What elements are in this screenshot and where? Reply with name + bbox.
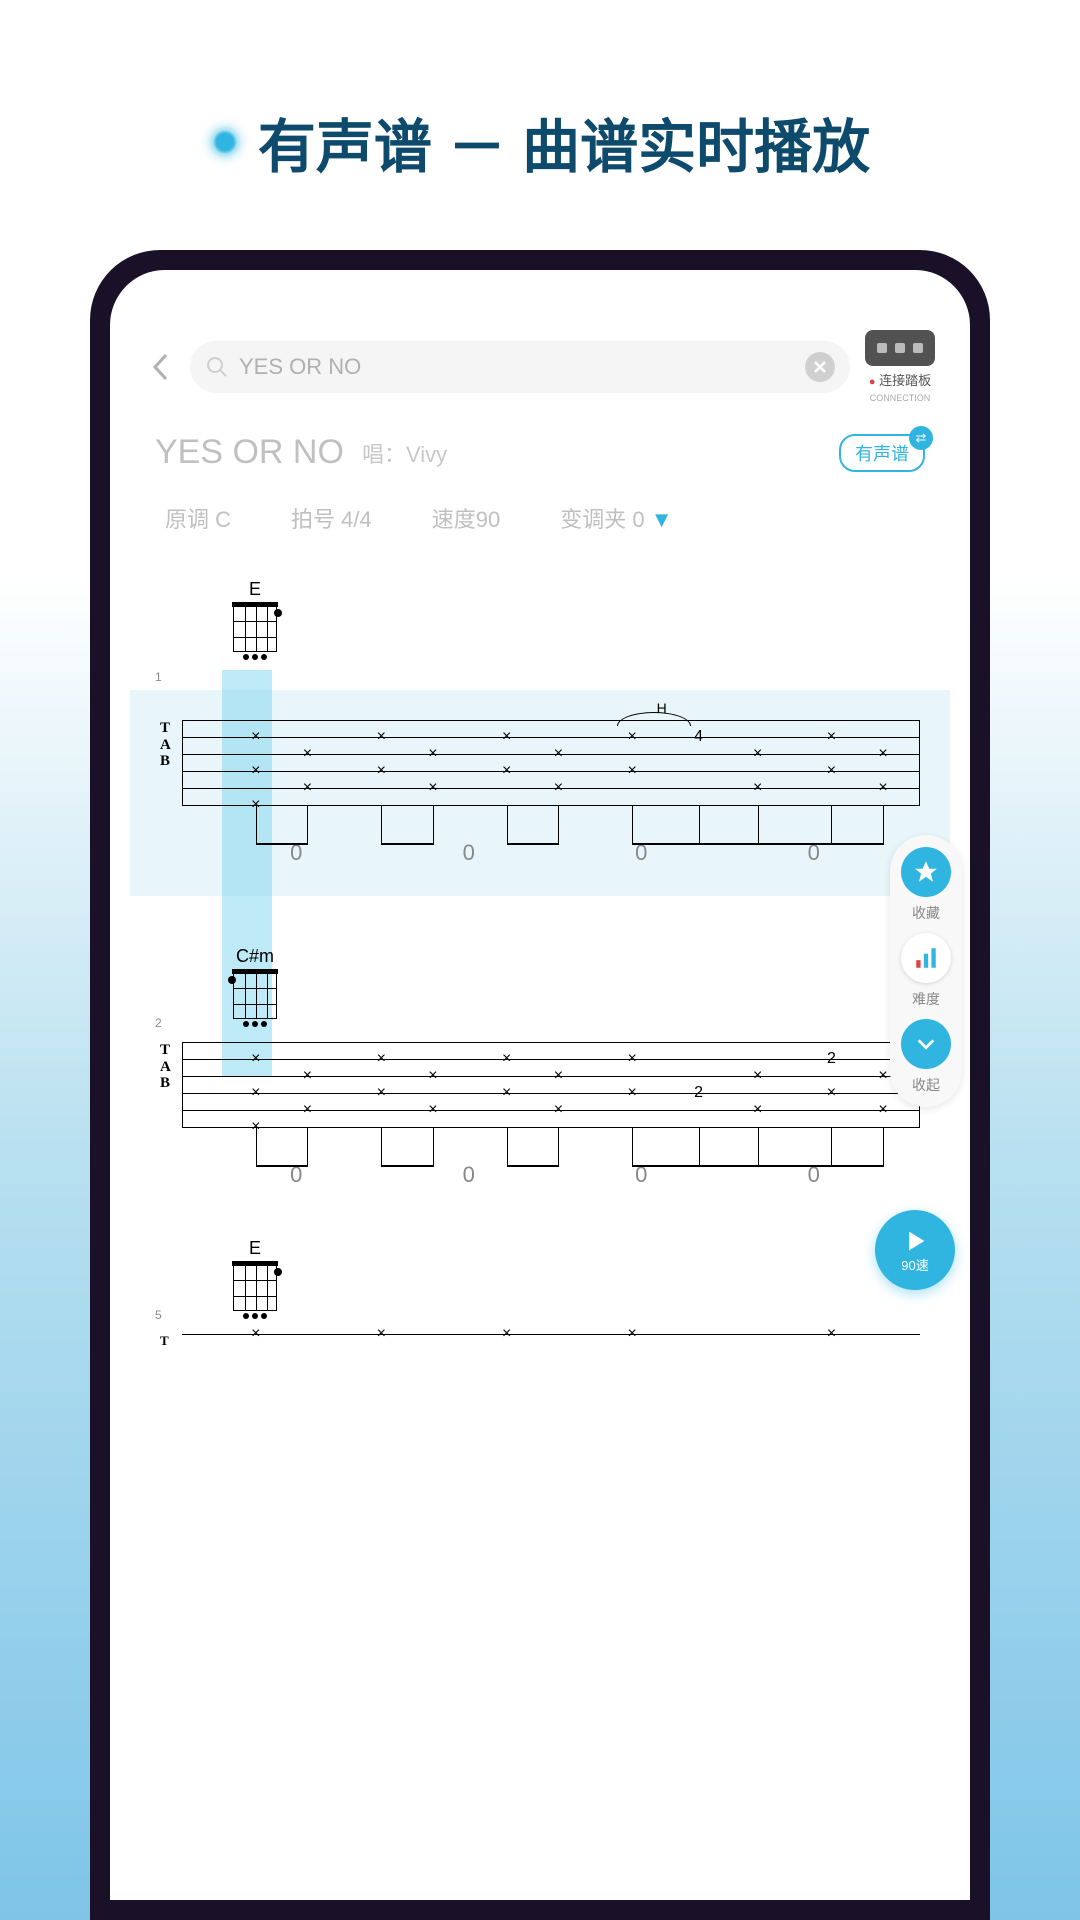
chord-grid-icon <box>233 971 277 1019</box>
tab-block-2: C#m 2 TAB ××× ×× <box>130 946 950 1188</box>
chevron-down-circle-icon <box>901 1019 951 1069</box>
collapse-label: 收起 <box>912 1075 940 1095</box>
tab-block-3: E 5 T × × × × × <box>130 1238 950 1354</box>
chord-grid-icon <box>233 1263 277 1311</box>
bar-number: 1 <box>155 670 162 684</box>
pedal-connect[interactable]: ● 连接踏板 CONNECTION <box>865 330 935 403</box>
headline-dot-icon <box>210 127 240 157</box>
meta-capo[interactable]: 变调夹 0 ▼ <box>560 502 672 534</box>
back-button[interactable] <box>145 352 175 382</box>
play-button[interactable]: 90速 <box>875 1210 955 1290</box>
bars-icon <box>901 933 951 983</box>
play-icon <box>901 1227 929 1255</box>
chord-diagram-e: E <box>230 579 280 660</box>
meta-tempo: 速度90 <box>432 502 500 534</box>
chevron-left-icon <box>151 353 169 381</box>
headline-text: 有声谱 － 曲谱实时播放 <box>258 100 870 184</box>
chord-grid-icon <box>233 604 277 652</box>
chord-diagram-csharpm: C#m <box>230 946 280 1027</box>
tab-clef: TAB <box>160 1042 171 1092</box>
chord-name: E <box>249 579 261 600</box>
favorite-label: 收藏 <box>912 903 940 923</box>
tab-block-1: E <box>130 579 950 660</box>
clear-search-button[interactable] <box>805 352 835 382</box>
top-bar: ● 连接踏板 CONNECTION <box>130 330 950 403</box>
bar-number: 2 <box>155 1016 162 1030</box>
tab-staff: TAB ××× ×× ×× ×× ×× ×× ×× 2 ×× 2× <box>160 1042 920 1132</box>
meta-time: 拍号 4/4 <box>291 502 372 534</box>
chevron-down-icon: ▼ <box>651 507 673 532</box>
play-speed-label: 90速 <box>901 1255 928 1274</box>
side-tools-panel: 收藏 难度 收起 <box>890 835 962 1107</box>
tab-staff-1-highlighted: 1 TAB ××× ×× ×× ×× ×× ×× ×× 4 H <box>130 690 950 896</box>
star-icon <box>901 847 951 897</box>
singer-label: 唱：Vivy <box>362 437 447 469</box>
search-box[interactable] <box>190 341 850 393</box>
tab-clef: TAB <box>160 720 171 770</box>
chord-name: E <box>249 1238 261 1259</box>
meta-key: 原调 C <box>165 502 231 534</box>
chord-diagram-e2: E <box>230 1238 280 1319</box>
audio-score-badge[interactable]: 有声谱 ⇄ <box>839 434 925 472</box>
bar-number: 5 <box>155 1308 162 1322</box>
chord-name: C#m <box>236 946 274 967</box>
collapse-button[interactable]: 收起 <box>901 1019 951 1095</box>
search-input[interactable] <box>239 354 795 380</box>
meta-row: 原调 C 拍号 4/4 速度90 变调夹 0 ▼ <box>130 487 950 549</box>
tab-staff: TAB ××× ×× ×× ×× ×× ×× ×× 4 H <box>160 720 920 810</box>
phone-frame: ● 连接踏板 CONNECTION YES OR NO 唱：Vivy 有声谱 ⇄… <box>90 250 990 1920</box>
phone-screen: ● 连接踏板 CONNECTION YES OR NO 唱：Vivy 有声谱 ⇄… <box>110 270 970 1900</box>
pedal-label: ● 连接踏板 <box>869 370 931 389</box>
promo-headline: 有声谱 － 曲谱实时播放 <box>0 0 1080 184</box>
tab-staff-partial: T × × × × × <box>160 1334 920 1354</box>
pedal-icon <box>865 330 935 366</box>
favorite-button[interactable]: 收藏 <box>901 847 951 923</box>
pedal-sublabel: CONNECTION <box>870 393 931 403</box>
close-icon <box>813 360 827 374</box>
audio-badge-text: 有声谱 <box>855 444 909 464</box>
tab-clef: T <box>160 1334 169 1348</box>
swap-icon: ⇄ <box>909 426 933 450</box>
difficulty-button[interactable]: 难度 <box>901 933 951 1009</box>
title-row: YES OR NO 唱：Vivy 有声谱 ⇄ <box>130 403 950 487</box>
difficulty-label: 难度 <box>912 989 940 1009</box>
search-icon <box>205 355 229 379</box>
song-title: YES OR NO <box>155 433 344 472</box>
